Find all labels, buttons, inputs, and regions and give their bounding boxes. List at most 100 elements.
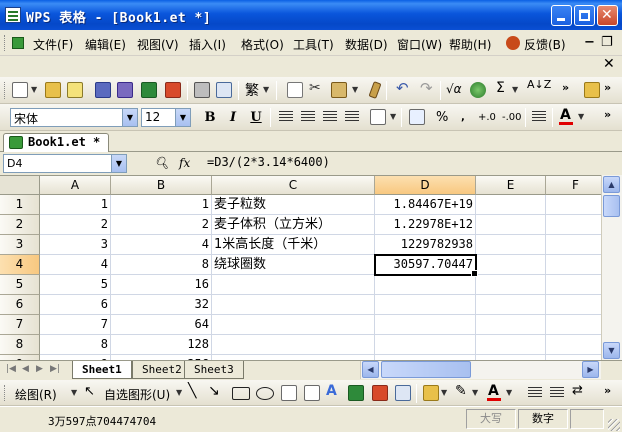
row-header[interactable]: 7: [0, 315, 40, 335]
undo-icon[interactable]: ↶: [396, 79, 409, 97]
cell-a7[interactable]: 7: [40, 315, 111, 335]
format-painter-icon[interactable]: [368, 81, 382, 99]
merge-dropdown-icon[interactable]: ▼: [390, 112, 396, 121]
traditional-dropdown-icon[interactable]: ▼: [263, 85, 269, 94]
chevron-down-icon[interactable]: ▼: [175, 109, 190, 126]
cell-b1[interactable]: 1: [111, 195, 212, 215]
column-header-f[interactable]: F: [546, 176, 606, 195]
toolbar-overflow-icon[interactable]: »: [604, 384, 611, 397]
autoshapes-dropdown-icon[interactable]: ▼: [176, 388, 182, 397]
cell-a4[interactable]: 4: [40, 255, 111, 275]
menu-file[interactable]: 文件(F): [33, 36, 73, 53]
cell-f5[interactable]: [546, 275, 606, 295]
fill-color-dropdown-icon[interactable]: ▼: [441, 388, 447, 397]
scroll-left-icon[interactable]: ◀: [362, 361, 379, 378]
font-name-select[interactable]: 宋体 ▼: [10, 108, 138, 127]
cell-d2[interactable]: 1.22978E+12: [375, 215, 476, 235]
row-header[interactable]: 6: [0, 295, 40, 315]
cell-f1[interactable]: [546, 195, 606, 215]
row-header[interactable]: 4: [0, 255, 40, 275]
menu-tools[interactable]: 工具(T): [293, 36, 334, 53]
cell-c2[interactable]: 麦子体积（立方米）: [212, 215, 375, 235]
bold-button[interactable]: B: [201, 109, 219, 126]
font-color-dropdown-icon[interactable]: ▼: [578, 112, 584, 121]
vertical-scroll-thumb[interactable]: [603, 195, 620, 217]
cell-d1[interactable]: 1.84467E+19: [375, 195, 476, 215]
fill-color-icon[interactable]: [423, 385, 439, 401]
row-header[interactable]: 5: [0, 275, 40, 295]
save-all-icon[interactable]: [117, 82, 133, 98]
horizontal-scroll-thumb[interactable]: [381, 361, 471, 378]
align-center-icon[interactable]: [301, 111, 315, 123]
open-folder-icon[interactable]: [45, 82, 61, 98]
cell-d4[interactable]: 30597.70447: [374, 254, 478, 277]
standard-toolbar-grip[interactable]: [4, 82, 7, 99]
cell-e8[interactable]: [476, 335, 546, 355]
cell-f4[interactable]: [546, 255, 606, 275]
column-header-c[interactable]: C: [212, 176, 375, 195]
menu-window[interactable]: 窗口(W): [397, 36, 442, 53]
paste-dropdown-icon[interactable]: ▼: [352, 85, 358, 94]
cell-a2[interactable]: 2: [40, 215, 111, 235]
draw-font-color-dropdown-icon[interactable]: ▼: [506, 388, 512, 397]
line-color-dropdown-icon[interactable]: ▼: [472, 388, 478, 397]
sheet-tab-sheet3[interactable]: Sheet3: [184, 361, 244, 379]
edit-doc-icon[interactable]: [67, 82, 83, 98]
autoshapes-button[interactable]: 自选图形(U): [104, 386, 170, 403]
underline-button[interactable]: U: [247, 109, 265, 126]
row-header[interactable]: 1: [0, 195, 40, 215]
paste-icon[interactable]: [331, 82, 347, 98]
menu-view[interactable]: 视图(V): [137, 36, 179, 53]
cell-e5[interactable]: [476, 275, 546, 295]
zoom-search-icon[interactable]: 🔍︎: [154, 156, 169, 170]
hyperlink-globe-icon[interactable]: [470, 82, 486, 98]
rectangle-tool-icon[interactable]: [232, 387, 250, 400]
document-tab[interactable]: Book1.et *: [3, 133, 110, 152]
chevron-down-icon[interactable]: ▼: [111, 155, 126, 172]
cell-f2[interactable]: [546, 215, 606, 235]
maximize-button[interactable]: [574, 5, 595, 26]
prev-sheet-icon[interactable]: ◀: [22, 364, 29, 374]
cell-f7[interactable]: [546, 315, 606, 335]
cell-a8[interactable]: 8: [40, 335, 111, 355]
sheet-tab-sheet1[interactable]: Sheet1: [72, 361, 132, 379]
autosum-icon[interactable]: Σ: [496, 80, 505, 96]
menu-grip[interactable]: [4, 35, 7, 51]
line-style-icon[interactable]: [528, 387, 542, 399]
new-doc-icon[interactable]: [12, 82, 28, 98]
arrow-tool-icon[interactable]: ↘: [208, 383, 220, 399]
select-pointer-icon[interactable]: ↖: [84, 384, 95, 400]
cell-d7[interactable]: [375, 315, 476, 335]
cell-b2[interactable]: 2: [111, 215, 212, 235]
column-header-e[interactable]: E: [476, 176, 546, 195]
scroll-right-icon[interactable]: ▶: [582, 361, 599, 378]
draw-menu-button[interactable]: 绘图(R): [15, 386, 57, 403]
row-header[interactable]: 2: [0, 215, 40, 235]
insert-function-icon[interactable]: fx: [179, 156, 190, 170]
cell-d3[interactable]: 1229782938: [375, 235, 476, 255]
cell-a6[interactable]: 6: [40, 295, 111, 315]
menu-insert[interactable]: 插入(I): [189, 36, 226, 53]
chevron-down-icon[interactable]: ▼: [122, 109, 137, 126]
cell-c1[interactable]: 麦子粒数: [212, 195, 375, 215]
align-right-icon[interactable]: [323, 111, 337, 123]
cut-icon[interactable]: ✂: [309, 80, 321, 96]
insert-diagram-icon[interactable]: [348, 385, 364, 401]
close-button[interactable]: ✕: [597, 5, 618, 26]
mdi-minimize-button[interactable]: −: [584, 35, 595, 50]
select-all-corner[interactable]: [0, 176, 40, 195]
dash-style-icon[interactable]: [550, 387, 564, 399]
cell-d8[interactable]: [375, 335, 476, 355]
mdi-restore-button[interactable]: ❐: [601, 35, 613, 50]
wrap-text-icon[interactable]: [345, 111, 359, 123]
cell-c3[interactable]: 1米高长度（千米）: [212, 235, 375, 255]
align-left-icon[interactable]: [279, 111, 293, 123]
column-header-b[interactable]: B: [111, 176, 212, 195]
cell-c8[interactable]: [212, 335, 375, 355]
oval-tool-icon[interactable]: [256, 387, 274, 400]
new-dropdown-icon[interactable]: ▼: [31, 85, 37, 94]
minimize-button[interactable]: [551, 5, 572, 26]
menu-format[interactable]: 格式(O): [241, 36, 284, 53]
merge-cells-icon[interactable]: [370, 109, 386, 125]
cell-e1[interactable]: [476, 195, 546, 215]
